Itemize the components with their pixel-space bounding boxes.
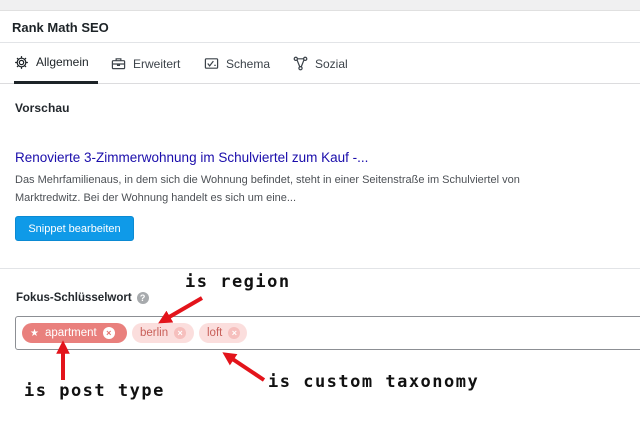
remove-tag-icon[interactable]: × — [102, 327, 115, 339]
annotation-post-type: is post type — [24, 381, 165, 401]
keyword-tag-label: loft — [207, 327, 223, 339]
panel-header: Rank Math SEO — [0, 11, 640, 43]
annotation-custom-taxonomy: is custom taxonomy — [268, 372, 480, 392]
help-icon[interactable]: ? — [136, 292, 149, 304]
keyword-tag-berlin[interactable]: berlin × — [132, 323, 194, 343]
serp-preview-description: Das Mehrfamilienaus, in dem sich die Woh… — [15, 174, 520, 204]
keyword-tag-loft[interactable]: loft × — [199, 323, 247, 343]
tab-label: Erweitert — [133, 56, 181, 71]
tab-erweitert[interactable]: Erweitert — [111, 43, 180, 84]
tab-label: Allgemein — [36, 55, 89, 69]
tab-label: Schema — [226, 56, 271, 71]
tab-allgemein[interactable]: Allgemein — [14, 43, 98, 84]
tab-bar: Allgemein Erweitert Schema Sozial — [0, 43, 640, 84]
star-icon: ★ — [30, 327, 39, 339]
remove-tag-icon[interactable]: × — [228, 327, 241, 339]
serp-preview-title[interactable]: Renovierte 3-Zimmerwohnung im Schulviert… — [15, 150, 368, 165]
remove-tag-icon[interactable]: × — [174, 327, 187, 339]
panel-title: Rank Math SEO — [12, 20, 109, 35]
schema-icon — [204, 56, 219, 71]
focus-keyword-label-text: Fokus-Schlüsselwort — [16, 292, 132, 304]
tab-schema[interactable]: Schema — [204, 43, 270, 84]
keyword-tag-apartment[interactable]: ★ apartment × — [22, 323, 127, 343]
focus-keyword-input[interactable]: ★ apartment × berlin × loft × — [15, 316, 640, 350]
social-network-icon — [293, 56, 308, 71]
focus-keyword-label: Fokus-Schlüsselwort ? — [16, 292, 149, 304]
gear-icon — [14, 55, 29, 70]
toolbox-icon — [111, 56, 126, 71]
edit-snippet-button[interactable]: Snippet bearbeiten — [15, 216, 134, 241]
keyword-tag-label: berlin — [140, 327, 169, 339]
keyword-tag-label: apartment — [44, 327, 97, 339]
tab-sozial[interactable]: Sozial — [293, 43, 348, 84]
top-strip — [0, 0, 640, 11]
tab-label: Sozial — [315, 56, 348, 71]
annotation-region: is region — [185, 272, 291, 292]
preview-section-label: Vorschau — [15, 101, 70, 115]
section-divider — [0, 268, 640, 269]
